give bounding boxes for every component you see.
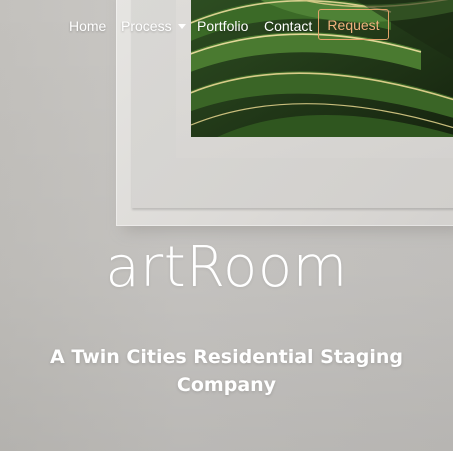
nav-link-home[interactable]: Home [69, 17, 106, 35]
nav-link-contact[interactable]: Contact [264, 17, 312, 35]
nav-link-process[interactable]: Process [121, 17, 186, 35]
top-navbar: Home Process Portfolio Contact Request [0, 8, 453, 44]
brand-title: artRoom [105, 235, 348, 300]
hero-tagline: A Twin Cities Residential Staging Compan… [50, 346, 403, 396]
chevron-down-icon [177, 23, 186, 29]
nav-link-portfolio[interactable]: Portfolio [197, 17, 248, 35]
request-button[interactable]: Request [318, 9, 389, 40]
nav-link-process-label: Process [121, 18, 172, 34]
